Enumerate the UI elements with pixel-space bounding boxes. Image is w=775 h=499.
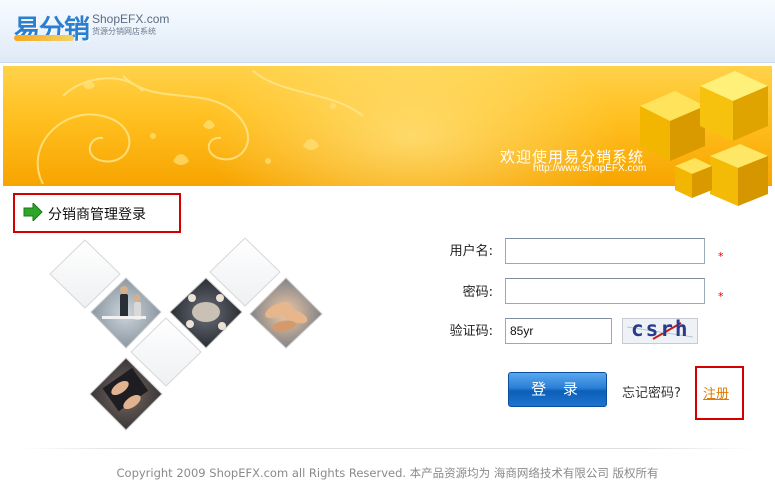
forgot-password-link[interactable]: 忘记密码? — [622, 382, 681, 401]
floral-swirl-decoration — [36, 70, 364, 185]
register-link[interactable]: 注册 — [703, 383, 729, 402]
copyright-text: Copyright 2009 ShopEFX.com all Rights Re… — [116, 466, 659, 480]
page-title: 分销商管理登录 — [48, 207, 146, 223]
password-field[interactable] — [505, 278, 705, 304]
username-field[interactable] — [505, 238, 705, 264]
username-label: 用户名: — [449, 244, 493, 259]
login-button[interactable]: 登 录 — [508, 372, 607, 407]
captcha-field[interactable] — [505, 318, 612, 344]
logo: 易分销 — [14, 9, 90, 46]
business-photo-collage — [49, 237, 323, 431]
password-required-mark: * — [718, 290, 724, 303]
captcha-image[interactable]: csrh — [622, 317, 698, 344]
logo-text-en: ShopEFX.com — [92, 12, 170, 26]
arrow-right-icon — [23, 203, 43, 221]
footer-divider — [20, 448, 754, 449]
logo-subtitle: 货源分销网店系统 — [92, 27, 156, 36]
captcha-label: 验证码: — [449, 324, 493, 339]
top-header: 易分销 ShopEFX.com 货源分销网店系统 — [0, 0, 775, 63]
logo-swoosh — [14, 35, 74, 41]
username-required-mark: * — [718, 250, 724, 263]
password-label: 密码: — [462, 285, 493, 300]
captcha-text: csrh — [631, 317, 690, 341]
cubes-decoration — [640, 71, 768, 206]
